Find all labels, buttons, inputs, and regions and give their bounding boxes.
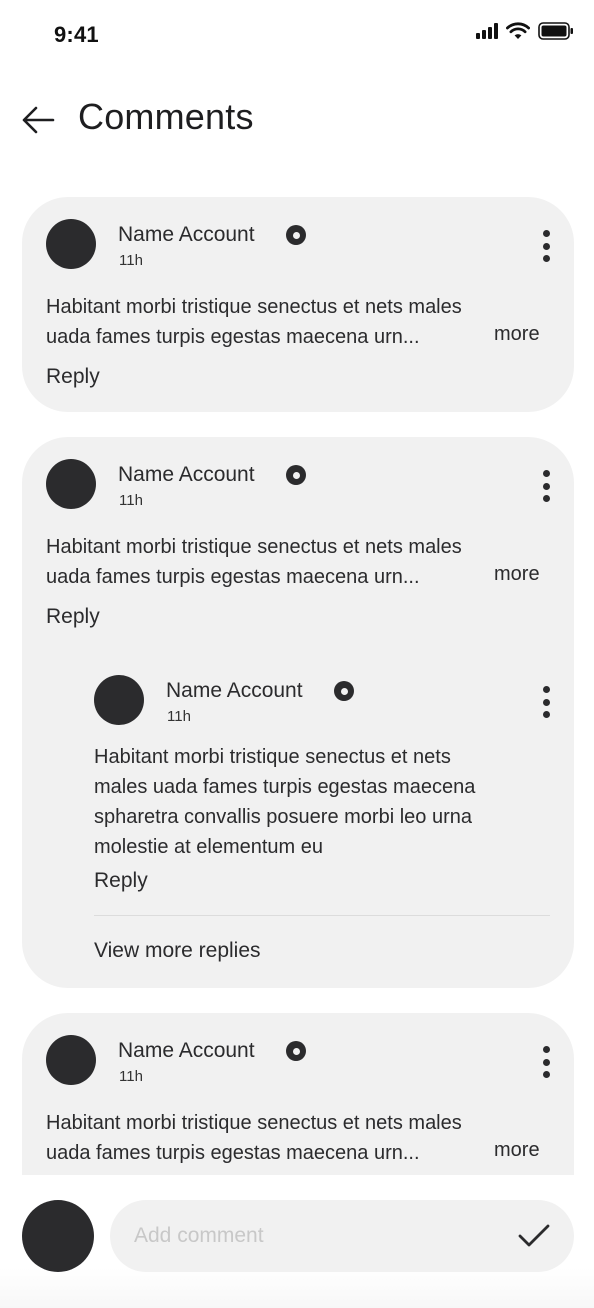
- status-icons: [476, 22, 574, 40]
- comment-text: uada fames turpis egestas maecena urn...: [46, 566, 420, 588]
- author-name[interactable]: Name Account: [118, 223, 255, 247]
- avatar[interactable]: [46, 219, 96, 269]
- comment-card: Name Account 11h Habitant morbi tristiqu…: [22, 437, 574, 988]
- comment-composer: [0, 1175, 594, 1308]
- more-link[interactable]: more: [494, 563, 540, 586]
- reply-avatar[interactable]: [94, 675, 144, 725]
- comment-text: uada fames turpis egestas maecena urn...: [46, 1142, 420, 1164]
- status-bar: 9:41: [0, 0, 594, 70]
- comment-box: [110, 1200, 574, 1272]
- comments-feed[interactable]: Name Account 11h Habitant morbi tristiqu…: [0, 170, 594, 1175]
- more-vertical-icon[interactable]: [536, 684, 556, 720]
- send-button[interactable]: [516, 1220, 552, 1252]
- status-time: 9:41: [54, 22, 99, 47]
- reply-text: spharetra convallis posuere morbi leo ur…: [94, 806, 472, 828]
- view-more-replies-button[interactable]: View more replies: [94, 939, 261, 963]
- reply-button[interactable]: Reply: [94, 869, 148, 893]
- reply-time: 11h: [167, 708, 191, 725]
- more-vertical-icon[interactable]: [536, 228, 556, 264]
- reply-author-name[interactable]: Name Account: [166, 679, 303, 703]
- reply-text: Habitant morbi tristique senectus et net…: [94, 746, 451, 768]
- wifi-icon: [506, 22, 530, 39]
- header: Comments: [0, 92, 594, 148]
- more-vertical-icon[interactable]: [536, 468, 556, 504]
- verified-badge-icon: [286, 1041, 306, 1061]
- comment-card: Name Account 11h Habitant morbi tristiqu…: [22, 1013, 574, 1175]
- reply-text: molestie at elementum eu: [94, 836, 324, 858]
- comment-time: 11h: [119, 492, 143, 509]
- verified-badge-icon: [286, 465, 306, 485]
- verified-badge-icon: [334, 681, 354, 701]
- avatar[interactable]: [46, 1035, 96, 1085]
- avatar[interactable]: [46, 459, 96, 509]
- reply-button[interactable]: Reply: [46, 605, 100, 629]
- back-button[interactable]: [18, 102, 58, 138]
- comment-card: Name Account 11h Habitant morbi tristiqu…: [22, 197, 574, 412]
- comments-screen: 9:41 Comments Name Account 11h Habitant …: [0, 0, 594, 1308]
- more-link[interactable]: more: [494, 1139, 540, 1162]
- reply-text: males uada fames turpis egestas maecena: [94, 776, 476, 798]
- comment-input[interactable]: [134, 1200, 494, 1272]
- current-user-avatar[interactable]: [22, 1200, 94, 1272]
- comment-time: 11h: [119, 1068, 143, 1085]
- comment-text: uada fames turpis egestas maecena urn...: [46, 326, 420, 348]
- arrow-left-icon: [22, 106, 55, 134]
- more-vertical-icon[interactable]: [536, 1044, 556, 1080]
- page-title: Comments: [78, 96, 254, 137]
- comment-text: Habitant morbi tristique senectus et net…: [46, 296, 462, 318]
- verified-badge-icon: [286, 225, 306, 245]
- comment-time: 11h: [119, 252, 143, 269]
- author-name[interactable]: Name Account: [118, 1039, 255, 1063]
- comment-text: Habitant morbi tristique senectus et net…: [46, 1112, 462, 1134]
- cellular-signal-icon: [476, 23, 498, 39]
- comment-text: Habitant morbi tristique senectus et net…: [46, 536, 462, 558]
- reply-button[interactable]: Reply: [46, 365, 100, 389]
- author-name[interactable]: Name Account: [118, 463, 255, 487]
- checkmark-icon: [518, 1224, 550, 1247]
- battery-icon: [538, 22, 573, 40]
- divider: [94, 915, 550, 916]
- more-link[interactable]: more: [494, 323, 540, 346]
